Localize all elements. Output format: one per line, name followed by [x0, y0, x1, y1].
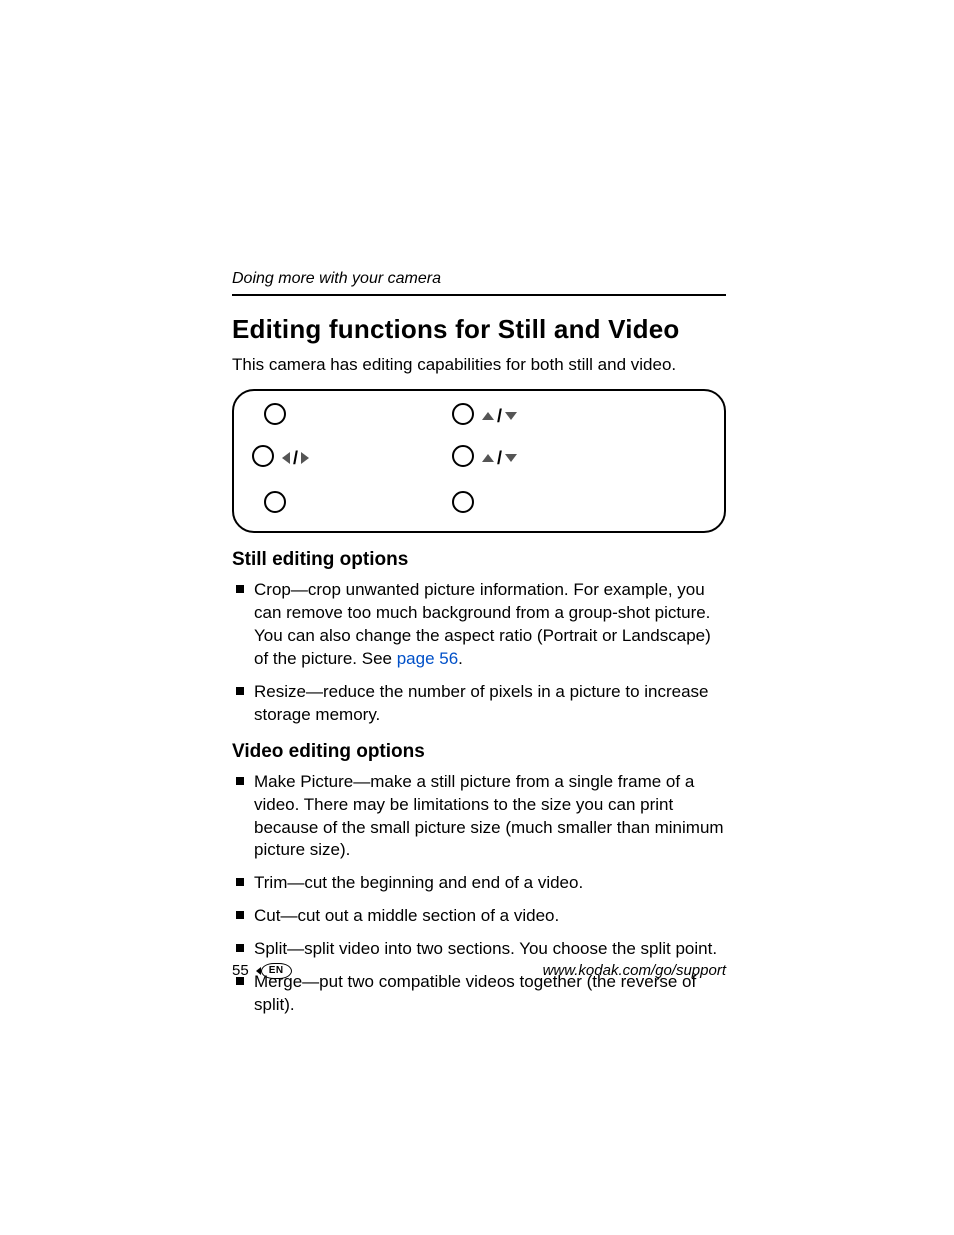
control-diagram: / / /	[232, 389, 726, 533]
list-text: Crop—crop unwanted picture information. …	[254, 580, 711, 668]
list-text: Cut—cut out a middle section of a video.	[254, 906, 559, 925]
still-heading: Still editing options	[232, 549, 726, 571]
list-item: Resize—reduce the number of pixels in a …	[232, 681, 726, 727]
page-title: Editing functions for Still and Video	[232, 314, 726, 345]
list-text: Trim—cut the beginning and end of a vide…	[254, 873, 583, 892]
still-options-list: Crop—crop unwanted picture information. …	[232, 579, 726, 727]
page-footer: 55 EN www.kodak.com/go/support	[232, 962, 726, 979]
list-text: Make Picture—make a still picture from a…	[254, 772, 724, 860]
list-item: Crop—crop unwanted picture information. …	[232, 579, 726, 671]
step-circle-icon	[452, 445, 474, 467]
language-badge: EN	[261, 963, 292, 979]
page-number: 55	[232, 962, 249, 979]
page-content: Doing more with your camera Editing func…	[232, 270, 726, 1027]
list-item: Trim—cut the beginning and end of a vide…	[232, 872, 726, 895]
step-circle-icon	[264, 403, 286, 425]
intro-text: This camera has editing capabilities for…	[232, 355, 726, 375]
list-text: Split—split video into two sections. You…	[254, 939, 717, 958]
list-item: Split—split video into two sections. You…	[232, 938, 726, 961]
video-options-list: Make Picture—make a still picture from a…	[232, 771, 726, 1017]
step-circle-icon	[452, 491, 474, 513]
list-text: .	[458, 649, 463, 668]
support-url[interactable]: www.kodak.com/go/support	[543, 962, 726, 979]
step-circle-icon	[264, 491, 286, 513]
running-header: Doing more with your camera	[232, 270, 726, 296]
list-text: Resize—reduce the number of pixels in a …	[254, 682, 709, 724]
video-heading: Video editing options	[232, 741, 726, 763]
step-circle-icon	[452, 403, 474, 425]
step-circle-icon	[252, 445, 274, 467]
left-right-arrows-icon: /	[282, 449, 309, 467]
list-item: Make Picture—make a still picture from a…	[232, 771, 726, 863]
up-down-arrows-icon: /	[482, 407, 517, 425]
list-item: Cut—cut out a middle section of a video.	[232, 905, 726, 928]
up-down-arrows-icon: /	[482, 449, 517, 467]
page-link[interactable]: page 56	[397, 649, 458, 668]
